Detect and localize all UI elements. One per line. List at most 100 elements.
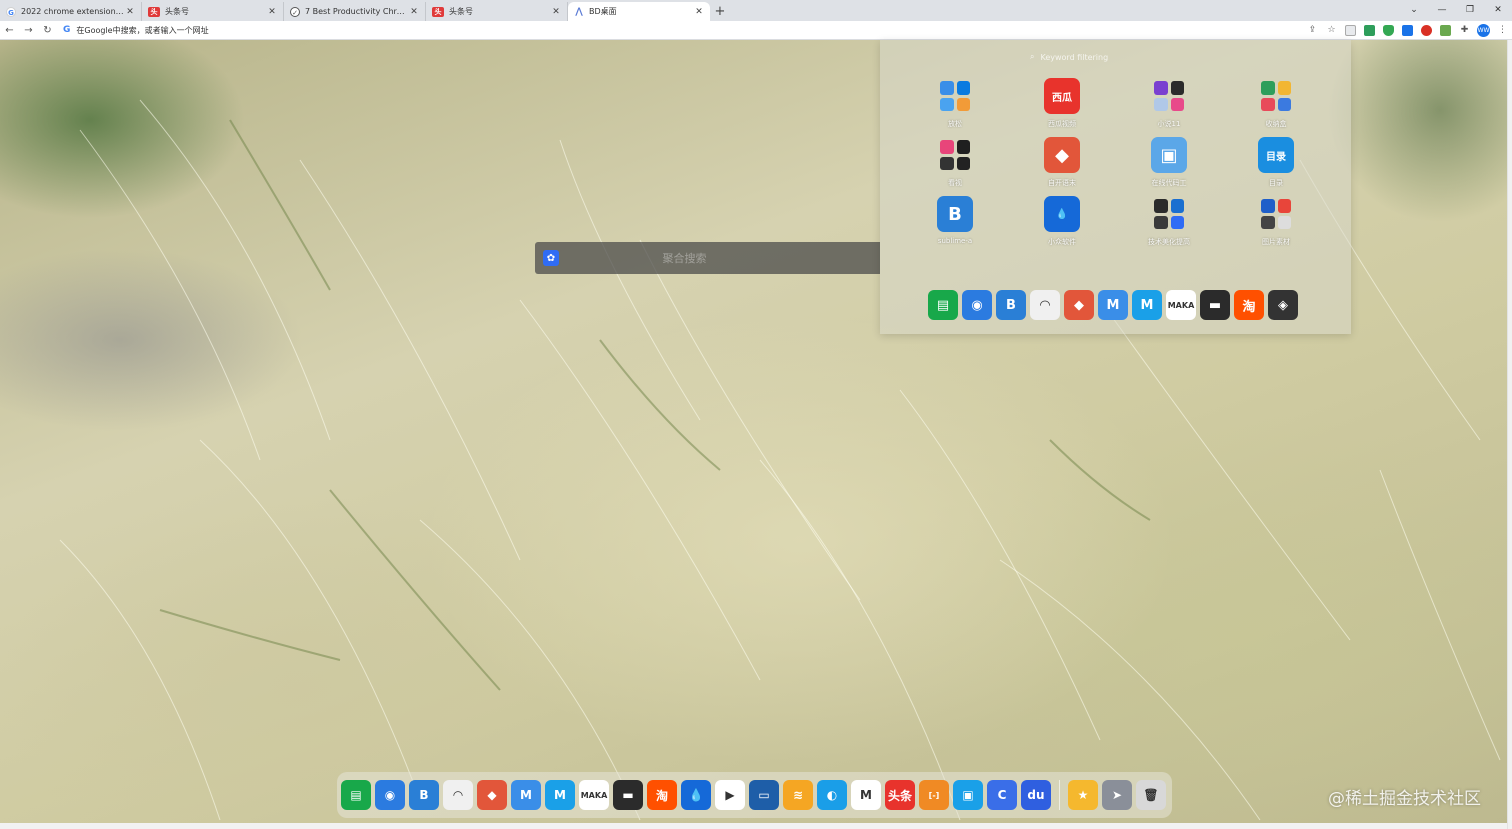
keyword-filter-placeholder: Keyword filtering [1040,52,1109,62]
app-cell-2[interactable]: 西瓜 西瓜视频 [1007,78,1117,138]
baidu-paw-icon[interactable]: ✿ [543,250,559,266]
taobao-icon[interactable]: 淘 [647,780,677,810]
gitlab-icon[interactable]: ◆ [477,780,507,810]
app-folder-icon [1258,78,1294,114]
chrome-rainbow-icon[interactable]: ◠ [1030,290,1060,320]
omnibox-placeholder: 在Google中搜索，或者输入一个网址 [76,25,209,35]
omnibox[interactable]: G 在Google中搜索，或者输入一个网址 [63,22,1297,38]
favorites-star-icon[interactable]: ★ [1068,780,1098,810]
app-icon: B [937,196,973,232]
edge-icon[interactable]: ◐ [817,780,847,810]
app-cell-5[interactable]: 看视 [900,137,1010,197]
app-label: 小众软件 [1048,238,1076,246]
c-app-icon[interactable]: C [987,780,1017,810]
menu-kebab-icon[interactable]: ⋮ [1493,22,1512,39]
app-cell-7[interactable]: ▣ 在线代码工 [1114,137,1224,197]
tab-title: BD桌面 [589,7,617,16]
app-icon: 💧 [1044,196,1080,232]
extension-badge-icon[interactable] [1360,22,1379,39]
water-drop-icon[interactable]: 💧 [681,780,711,810]
adblock-extension-icon[interactable] [1417,22,1436,39]
bookmark-star-icon[interactable]: ☆ [1322,22,1341,39]
b-editor-icon[interactable]: B [996,290,1026,320]
brackets-icon[interactable]: [-] [919,780,949,810]
back-icon[interactable]: ← [0,22,19,39]
translate-extension-icon[interactable] [1341,22,1360,39]
baidu-icon[interactable]: du [1021,780,1051,810]
app-cell-10[interactable]: 💧 小众软件 [1007,196,1117,256]
maka-icon[interactable]: MAKA [579,780,609,810]
page-scrollbar[interactable] [1507,40,1512,829]
app-cell-6[interactable]: ◆ 自开语末 [1007,137,1117,197]
mindmap-icon[interactable]: M [1132,290,1162,320]
maka-icon[interactable]: MAKA [1166,290,1196,320]
close-tab-icon[interactable]: ✕ [267,7,277,17]
app-cell-9[interactable]: Bsublime-a [900,196,1010,256]
qq-icon[interactable]: ◉ [375,780,405,810]
toutiao-icon: 头 [432,6,444,17]
aliyun-icon[interactable]: ≋ [783,780,813,810]
share-icon[interactable]: ⇪ [1303,22,1322,39]
panel-dock: ▤ ◉ B ◠ ◆ M M MAKA ▬ 淘 ◈ [928,290,1298,324]
extensions-puzzle-icon[interactable]: ✚ [1455,22,1474,39]
tab-strip: G2022 chrome extension - Goo✕头头条号✕✓7 Bes… [0,0,1512,21]
app-label: 西瓜视频 [1048,120,1076,128]
app-cell-11[interactable]: 技术美化提高 [1114,196,1224,256]
chrome-rainbow-icon[interactable]: ◠ [443,780,473,810]
aggregate-search-bar[interactable]: ✿ 聚合搜索 [535,242,880,274]
close-tab-icon[interactable]: ✕ [551,7,561,17]
close-tab-icon[interactable]: ✕ [125,7,135,17]
app-folder-icon [937,137,973,173]
app-label: 看视 [948,179,962,187]
blue-box-icon[interactable]: ▭ [749,780,779,810]
m-app-icon[interactable]: M [511,780,541,810]
app-cell-4[interactable]: 收纳盒 [1221,78,1331,138]
tab-3[interactable]: ✓ 7 Best Productivity Chrome Ex✕ [284,2,426,21]
forward-icon[interactable]: → [19,22,38,39]
dark-app-icon[interactable]: ▬ [613,780,643,810]
gmail-icon[interactable]: M [851,780,881,810]
bilibili-icon[interactable]: ▣ [953,780,983,810]
dark-app-icon[interactable]: ▬ [1200,290,1230,320]
rocket-icon[interactable]: ➤ [1102,780,1132,810]
app-folder-icon [937,78,973,114]
close-tab-icon[interactable]: ✕ [694,7,704,17]
m-app-icon[interactable]: M [1098,290,1128,320]
color-extension-icon[interactable] [1398,22,1417,39]
profile-avatar[interactable]: WW [1474,22,1493,39]
gitlab-icon[interactable]: ◆ [1064,290,1094,320]
app-cell-8[interactable]: 目录 目录 [1221,137,1331,197]
google-icon: G [6,6,16,17]
app-cell-3[interactable]: 小说11 [1114,78,1224,138]
shield-extension-icon[interactable] [1379,22,1398,39]
app-label: sublime-a [937,237,973,245]
tab-1[interactable]: G 2022 chrome extension - Goo✕ [0,2,142,21]
keyword-filter-input[interactable]: ⌕ Keyword filtering [1030,50,1190,64]
trash-icon[interactable]: 🗑 [1136,780,1166,810]
minimize-icon[interactable]: — [1428,0,1456,19]
mindmap-icon[interactable]: M [545,780,575,810]
reload-icon[interactable]: ↻ [38,22,57,39]
app-cell-12[interactable]: 图片素材 [1221,196,1331,256]
play-store-icon[interactable]: ▶ [715,780,745,810]
b-editor-icon[interactable]: B [409,780,439,810]
qq-icon[interactable]: ◉ [962,290,992,320]
close-tab-icon[interactable]: ✕ [409,7,419,17]
tab-search-icon[interactable]: ⌄ [1400,0,1428,19]
dock-separator [1059,780,1060,810]
layers-icon[interactable]: ◈ [1268,290,1298,320]
toutiao-icon[interactable]: 头条 [885,780,915,810]
download-extension-icon[interactable] [1436,22,1455,39]
taobao-icon[interactable]: 淘 [1234,290,1264,320]
files-app-icon[interactable]: ▤ [928,290,958,320]
restore-icon[interactable]: ❐ [1456,0,1484,19]
close-window-icon[interactable]: ✕ [1484,0,1512,19]
files-app-icon[interactable]: ▤ [341,780,371,810]
app-label: 在线代码工 [1151,179,1187,187]
app-cell-1[interactable]: 放松 [900,78,1010,138]
tab-2[interactable]: 头头条号 ✕ [142,2,284,21]
search-placeholder: 聚合搜索 [662,252,707,265]
tab-5[interactable]: ⋀ BD桌面 ✕ [568,2,710,21]
tab-4[interactable]: 头头条号 ✕ [426,2,568,21]
new-tab-button[interactable]: + [710,2,730,21]
